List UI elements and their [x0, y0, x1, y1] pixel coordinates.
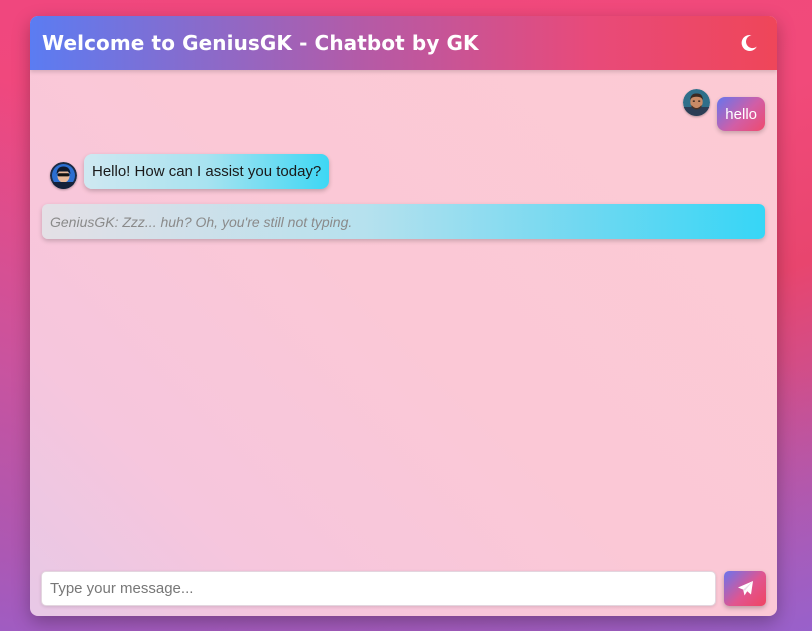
chat-header: Welcome to GeniusGK - Chatbot by GK	[30, 16, 777, 70]
message-input[interactable]	[41, 571, 716, 606]
bot-avatar	[50, 162, 77, 189]
message-list: hello Hello! How can I assist you today?…	[30, 70, 777, 560]
chat-window: Welcome to GeniusGK - Chatbot by GK hell…	[30, 16, 777, 616]
user-message-bubble: hello	[717, 97, 765, 131]
paper-plane-icon	[737, 580, 754, 597]
moon-icon[interactable]	[737, 31, 761, 55]
header-title: Welcome to GeniusGK - Chatbot by GK	[42, 31, 479, 55]
send-button[interactable]	[724, 571, 766, 606]
bot-message-bubble: Hello! How can I assist you today?	[84, 154, 330, 189]
typing-notice: GeniusGK: Zzz... huh? Oh, you're still n…	[42, 204, 765, 239]
message-input-area	[41, 571, 767, 606]
user-avatar	[683, 89, 710, 116]
